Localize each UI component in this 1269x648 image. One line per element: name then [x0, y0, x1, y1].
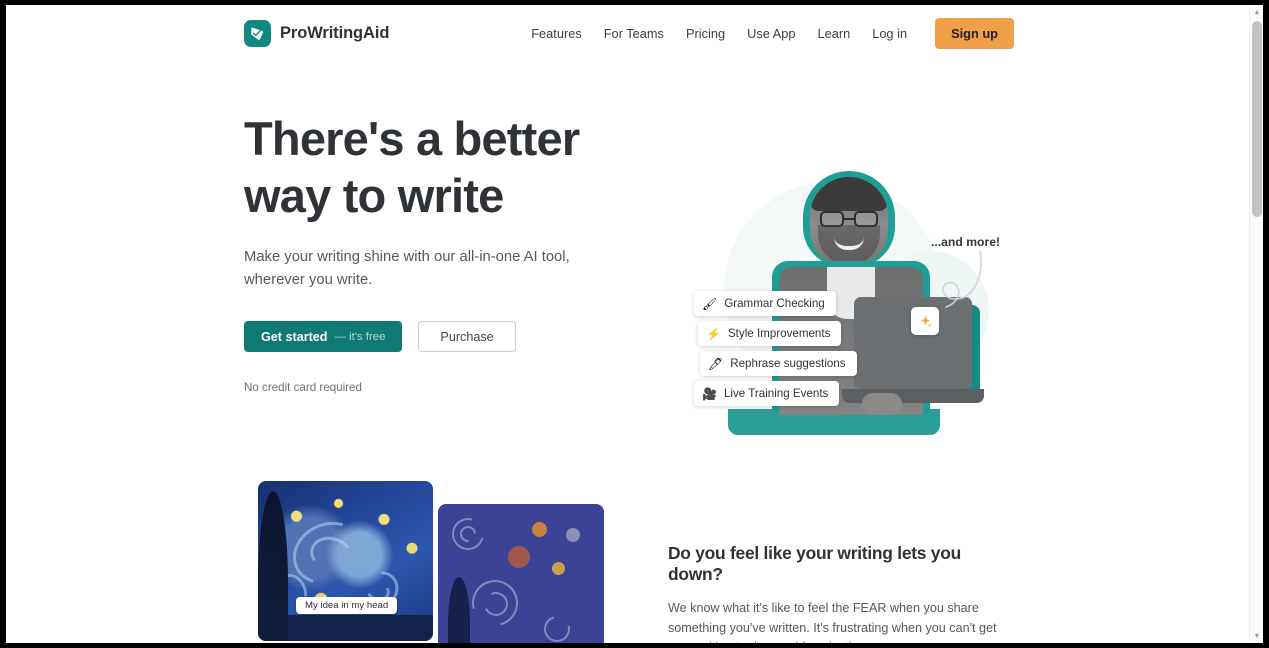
quill-pen-icon: 🖌	[702, 296, 718, 311]
get-started-label: Get started	[261, 329, 328, 344]
brand-logo-link[interactable]: ProWritingAid	[244, 19, 390, 47]
hero-copy: There's a better way to write Make your …	[244, 110, 624, 394]
get-started-button[interactable]: Get started — it's free	[244, 321, 403, 352]
flat-simplified-image	[438, 504, 604, 643]
site-header: ProWritingAid Features For Teams Pricing…	[6, 5, 1257, 61]
purchase-button[interactable]: Purchase	[418, 321, 516, 352]
hero-title-line-2: way to write	[244, 169, 504, 222]
scroll-up-arrow-icon[interactable]: ▲	[1250, 5, 1263, 19]
lightning-bolt-icon: ⚡	[706, 326, 721, 341]
sign-up-button[interactable]: Sign up	[935, 17, 1014, 49]
hero-title: There's a better way to write	[244, 110, 624, 224]
feature-chip-label: Style Improvements	[727, 327, 831, 340]
cypress-tree	[258, 491, 288, 641]
nav-item-use-app[interactable]: Use App	[736, 20, 806, 47]
no-credit-card-note: No credit card required	[244, 381, 362, 394]
browser-viewport: ProWritingAid Features For Teams Pricing…	[6, 5, 1263, 643]
section2-copy: Do you feel like your writing lets you d…	[668, 543, 1013, 643]
prowritingaid-logo-icon	[244, 19, 271, 47]
nav-item-for-teams[interactable]: For Teams	[593, 20, 675, 47]
nav-item-log-in[interactable]: Log in	[861, 20, 918, 47]
person-hair	[810, 177, 888, 211]
feature-chip-grammar-checking: 🖌 Grammar Checking	[694, 291, 836, 316]
feature-chip-label: Grammar Checking	[724, 297, 825, 310]
get-started-suffix: — it's free	[334, 330, 386, 343]
writing-lets-you-down-section: My idea in my head Do you feel like your…	[6, 481, 1257, 643]
sparkles-icon	[920, 315, 932, 327]
magic-wand-icon: 🖊	[708, 356, 724, 371]
feature-chip-style-improvements: ⚡ Style Improvements	[698, 321, 842, 346]
feature-chip-label: Live Training Events	[723, 387, 829, 400]
person-head	[810, 177, 888, 265]
scroll-down-arrow-icon[interactable]: ▼	[1250, 629, 1263, 643]
person-hand	[862, 393, 902, 415]
nav-item-pricing[interactable]: Pricing	[675, 20, 736, 47]
flat-cypress-tree	[448, 577, 470, 643]
hero-subtitle: Make your writing shine with our all-in-…	[244, 249, 570, 288]
section2-body: We know what it's like to feel the FEAR …	[668, 601, 997, 643]
section2-title: Do you feel like your writing lets you d…	[668, 543, 961, 584]
nav-item-learn[interactable]: Learn	[806, 20, 861, 47]
browser-window-frame: ProWritingAid Features For Teams Pricing…	[0, 0, 1269, 648]
feature-chip-rephrase-suggestions: 🖊 Rephrase suggestions	[700, 351, 857, 376]
page-content: ProWritingAid Features For Teams Pricing…	[6, 5, 1257, 643]
hero-section: There's a better way to write Make your …	[6, 61, 1257, 481]
vertical-scrollbar[interactable]: ▲ ▼	[1249, 5, 1263, 643]
hero-illustration: 🖌 Grammar Checking ⚡ Style Improvements …	[666, 157, 1026, 447]
curved-arrow-icon	[942, 250, 982, 308]
scrollbar-thumb[interactable]	[1252, 21, 1262, 217]
hero-title-line-1: There's a better	[244, 112, 580, 165]
movie-camera-icon: 🎥	[702, 386, 717, 401]
and-more-label: ...and more!	[931, 235, 1001, 249]
feature-chip-live-training-events: 🎥 Live Training Events	[694, 381, 840, 406]
header-inner: ProWritingAid Features For Teams Pricing…	[244, 5, 1014, 61]
feature-chip-label: Rephrase suggestions	[730, 357, 846, 370]
nav-item-features[interactable]: Features	[520, 20, 593, 47]
hero-cta-group: Get started — it's free Purchase	[244, 321, 624, 352]
brand-name: ProWritingAid	[280, 23, 390, 42]
starry-night-painting-image	[258, 481, 433, 641]
sparkles-badge	[911, 307, 939, 335]
image-caption-bubble: My idea in my head	[296, 597, 398, 614]
main-navigation: Features For Teams Pricing Use App Learn…	[520, 17, 1014, 49]
starry-night-comparison-images: My idea in my head	[252, 481, 604, 643]
